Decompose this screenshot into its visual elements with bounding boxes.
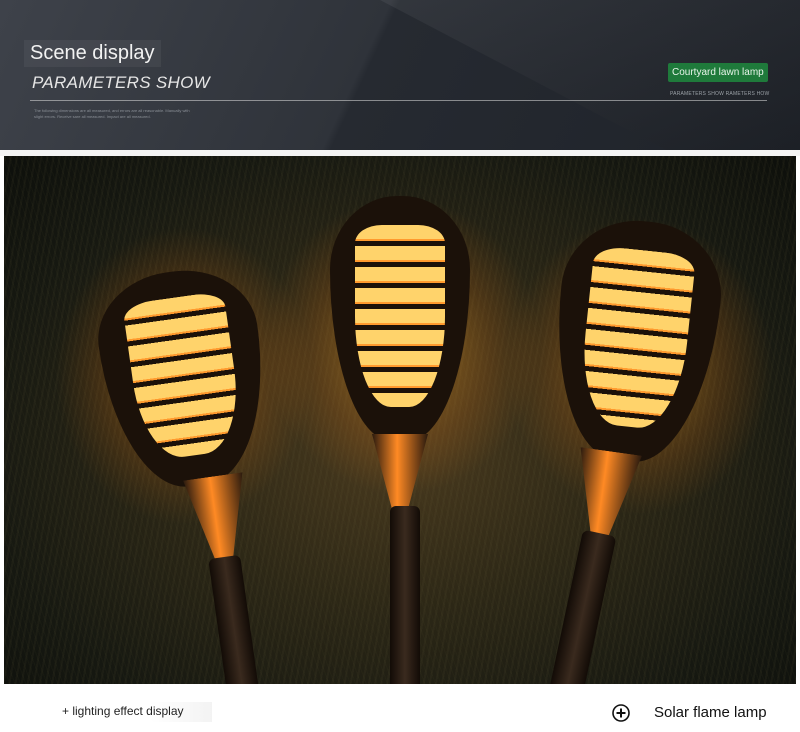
fine-print: The following dimensions are all measure… xyxy=(34,108,190,119)
torch-flame-slats xyxy=(121,290,246,463)
lighting-effect-caption: + lighting effect display xyxy=(58,702,212,722)
courtyard-lawn-lamp-tag[interactable]: Courtyard lawn lamp xyxy=(668,63,768,82)
torch-pole xyxy=(541,529,617,684)
torch-photo xyxy=(4,156,796,684)
torch-pole xyxy=(208,554,268,684)
solar-flame-lamp-caption: Solar flame lamp xyxy=(654,704,767,721)
torch-left xyxy=(54,216,314,684)
header-rule xyxy=(30,100,767,101)
torch-right xyxy=(504,196,774,684)
torch-center xyxy=(262,176,542,684)
torch-flame-slats xyxy=(355,225,445,407)
scene-title: Scene display xyxy=(24,40,161,67)
parameters-title: PARAMETERS SHOW xyxy=(32,73,210,92)
torch-pole xyxy=(390,506,420,684)
header-banner: Scene display PARAMETERS SHOW The follow… xyxy=(0,0,800,150)
tag-subtext: PARAMETERS SHOW RAMETERS HOW xyxy=(670,91,770,97)
torch-flame-slats xyxy=(576,244,697,433)
plus-circle-icon[interactable] xyxy=(612,704,630,722)
